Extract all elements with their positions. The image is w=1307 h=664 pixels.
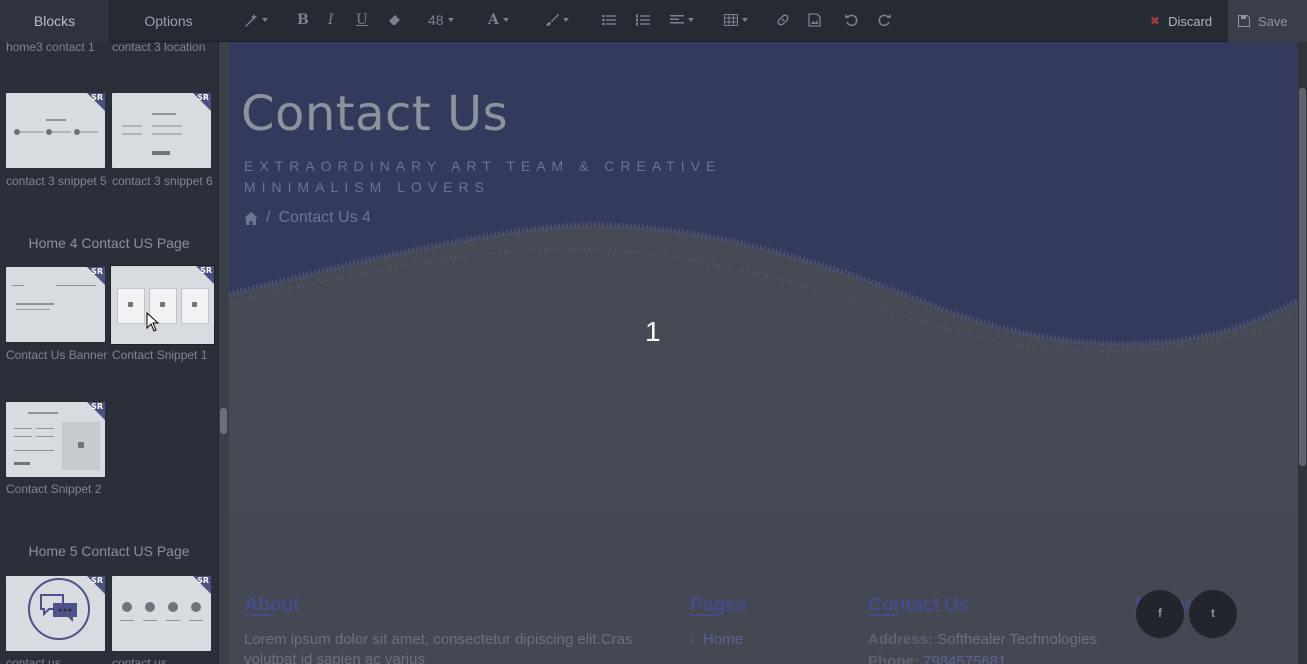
numbered-list-icon[interactable] (636, 9, 650, 31)
editor-toolbar: Blocks Options B I U 48 A ✖ Discard Save (0, 0, 1307, 42)
section-heading: Home 4 Contact US Page (28, 235, 190, 251)
heading-underline (244, 614, 274, 616)
section-heading: Home 5 Contact US Page (28, 543, 190, 559)
badge: SR (197, 93, 209, 102)
phone-value: 7984575681 (923, 653, 1007, 664)
breadcrumb-current: Contact Us 4 (278, 209, 371, 226)
tab-blocks[interactable]: Blocks (0, 0, 109, 42)
tab-options[interactable]: Options (114, 0, 223, 42)
block-thumbnail[interactable]: SR (112, 576, 211, 651)
font-size-value: 48 (428, 12, 444, 28)
block-caption: contact 3 location (112, 42, 206, 54)
twitter-icon[interactable]: t (1189, 590, 1237, 638)
badge: SR (91, 402, 103, 411)
page-title[interactable]: Contact Us (241, 86, 508, 142)
page-canvas: Contact Us EXTRAORDINARY ART TEAM & CREA… (229, 42, 1298, 664)
redo-icon[interactable] (877, 9, 891, 31)
magic-icon[interactable] (244, 9, 268, 31)
brush-icon[interactable] (545, 9, 569, 31)
floppy-icon (1238, 15, 1250, 27)
heading-underline (690, 614, 720, 616)
page-subtitle[interactable]: EXTRAORDINARY ART TEAM & CREATIVE MINIMA… (244, 156, 864, 198)
save-button[interactable]: Save (1228, 0, 1307, 42)
home-icon[interactable] (244, 211, 258, 225)
italic-icon[interactable]: I (328, 9, 334, 31)
badge: SR (197, 576, 209, 585)
save-label: Save (1258, 13, 1288, 29)
block-caption: Contact Snippet 2 (6, 482, 102, 496)
canvas-scrollbar-thumb[interactable] (1299, 88, 1306, 466)
breadcrumb-separator: / (266, 209, 271, 226)
footer-section: About Lorem ipsum dolor sit amet, consec… (229, 513, 1298, 664)
step-number: 1 (645, 316, 661, 347)
address-label: Address: (868, 631, 934, 648)
footer-link-home[interactable]: › Home (690, 630, 743, 650)
text-color-icon[interactable]: A (488, 9, 509, 31)
block-caption: contact us (112, 656, 167, 664)
underline-icon[interactable]: U (356, 9, 368, 31)
block-caption: home3 contact 1 (6, 42, 95, 54)
link-icon[interactable] (776, 9, 790, 31)
heading-underline (868, 614, 898, 616)
footer-address: Address: Softhealer Technologies (868, 630, 1097, 650)
block-thumbnail-hovered[interactable]: SR (110, 265, 215, 345)
blocks-sidebar: home3 contact 1 contact 3 location SR SR… (0, 42, 218, 664)
font-size-dropdown[interactable]: 48 (428, 9, 454, 31)
block-caption: contact us (6, 656, 61, 664)
breadcrumb: / Contact Us 4 (244, 209, 371, 227)
footer-phone: Phone: 7984575681 (868, 652, 1006, 664)
block-thumbnail[interactable]: SR (6, 402, 105, 477)
block-caption: Contact Us Banner (6, 348, 108, 362)
facebook-icon[interactable]: f (1136, 590, 1184, 638)
discard-button[interactable]: ✖ Discard (1140, 0, 1222, 42)
block-caption: contact 3 snippet 5 (6, 174, 107, 188)
phone-label: Phone: (868, 653, 919, 664)
discard-label: Discard (1168, 13, 1213, 29)
badge: SR (91, 576, 103, 585)
bullet-list-icon[interactable] (602, 9, 616, 31)
footer-about-text: Lorem ipsum dolor sit amet, consectetur … (244, 631, 633, 664)
block-thumbnail[interactable]: SR (112, 93, 211, 168)
address-value: Softhealer Technologies (937, 631, 1098, 648)
sidebar-scrollbar[interactable] (218, 42, 229, 664)
block-thumbnail[interactable]: SR (6, 267, 105, 342)
close-icon: ✖ (1150, 14, 1161, 28)
block-thumbnail[interactable]: SR (6, 93, 105, 168)
chat-icon[interactable] (28, 578, 90, 640)
footer-link-label: Home (703, 631, 744, 648)
eraser-icon[interactable] (388, 9, 402, 31)
mouse-cursor-icon (146, 312, 160, 332)
badge: SR (91, 267, 103, 276)
block-caption: Contact Snippet 1 (112, 348, 208, 362)
table-icon[interactable] (724, 9, 748, 31)
align-icon[interactable] (670, 9, 694, 31)
chevron-right-icon: › (690, 633, 694, 647)
bold-icon[interactable]: B (297, 9, 309, 31)
badge: SR (200, 266, 212, 275)
undo-icon[interactable] (845, 9, 859, 31)
badge: SR (91, 93, 103, 102)
block-caption: contact 3 snippet 6 (112, 174, 213, 188)
sidebar-scrollbar-thumb[interactable] (220, 408, 227, 434)
image-icon[interactable] (808, 9, 821, 31)
